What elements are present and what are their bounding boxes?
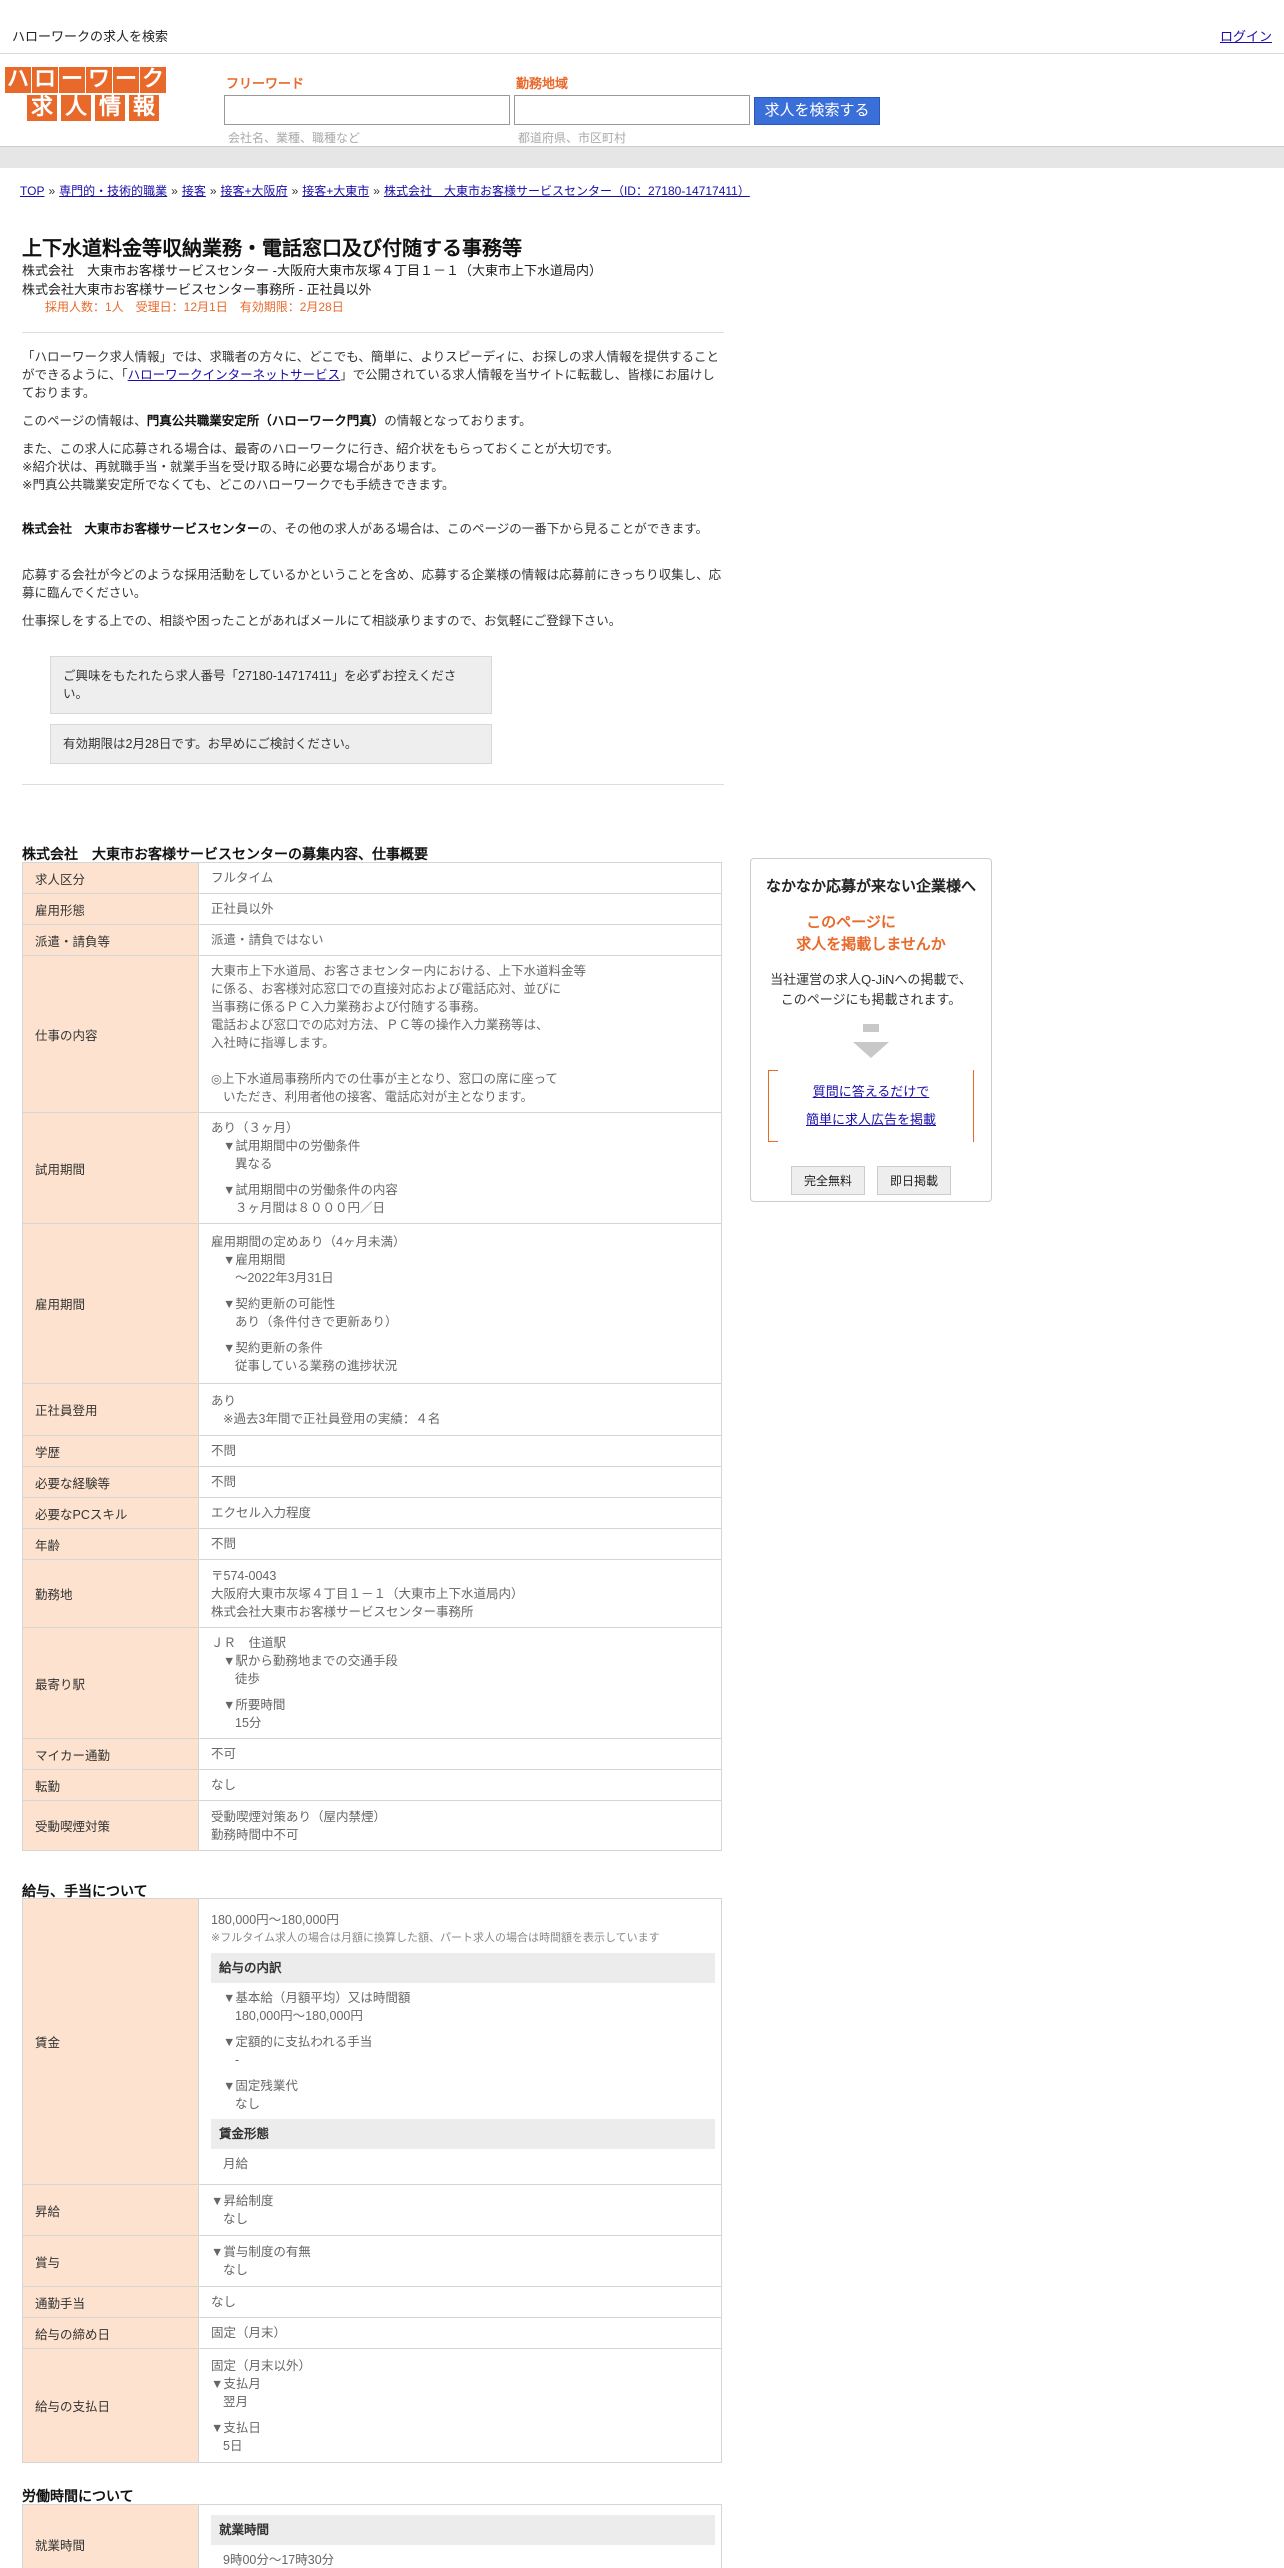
- breadcrumb-city[interactable]: 接客+大東市: [302, 184, 369, 198]
- top-bar: ハローワークの求人を検索 ログイン: [0, 0, 1284, 54]
- area-input[interactable]: [514, 95, 750, 125]
- hours-section-title: 労働時間について: [22, 2488, 134, 2504]
- intro-paragraph-5: 応募する会社が今どのような採用活動をしているかということを含め、応募する企業様の…: [22, 568, 722, 600]
- ad-link-questions[interactable]: 質問に答えるだけで: [769, 1078, 973, 1106]
- office-line: 株式会社大東市お客様サービスセンター事務所 - 正社員以外: [22, 282, 372, 297]
- job-number-notice: ご興味をもたれたら求人番号「27180-14717411」を必ずお控えください。: [50, 656, 492, 714]
- logo-char: 求: [27, 95, 57, 121]
- divider: [22, 332, 724, 333]
- logo-char: ハ: [5, 67, 31, 93]
- hours-table: 就業時間 就業時間 9時00分〜17時30分: [22, 2504, 722, 2568]
- intro-paragraph-6: 仕事探しをする上での、相談や困ったことがあればメールにて相談承りますので、お気軽…: [22, 614, 622, 628]
- site-logo[interactable]: ハ ロ ー ワ ー ク 求 人 情 報: [5, 67, 181, 123]
- hellowork-internet-link[interactable]: ハローワークインターネットサービス: [128, 368, 341, 382]
- logo-char: 人: [61, 95, 91, 121]
- area-label: 勤務地域: [516, 76, 569, 91]
- header: ハ ロ ー ワ ー ク 求 人 情 報 フリーワード 会社名、業種、職種など 勤…: [0, 55, 1284, 145]
- ad-badges: 完全無料 即日掲載: [751, 1166, 991, 1195]
- table-row: 雇用期間 雇用期間の定めあり（4ヶ月未満） ▼雇用期間 〜2022年3月31日 …: [22, 1223, 722, 1384]
- table-row: 受動喫煙対策 受動喫煙対策あり（屋内禁煙） 勤務時間中不可: [22, 1800, 722, 1851]
- table-row: 賃金 180,000円〜180,000円 ※フルタイム求人の場合は月額に換算した…: [22, 1898, 722, 2185]
- table-row: 通勤手当 なし: [22, 2286, 722, 2318]
- logo-char: ワ: [86, 67, 112, 93]
- table-row: 求人区分 フルタイム: [22, 862, 722, 894]
- table-row: 正社員登用 あり ※過去3年間で正社員登用の実績：４名: [22, 1383, 722, 1436]
- table-row: 給与の支払日 固定（月末以外） ▼支払月 翌月 ▼支払日 5日: [22, 2348, 722, 2463]
- overview-section-title: 株式会社 大東市お客様サービスセンターの募集内容、仕事概要: [22, 846, 428, 862]
- login-link[interactable]: ログイン: [1220, 26, 1272, 45]
- pay-type-header: 賃金形態: [211, 2118, 715, 2149]
- intro-paragraph-3: また、この求人に応募される場合は、最寄のハローワークに行き、紹介状をもらっておく…: [22, 442, 619, 492]
- table-row: 必要なPCスキル エクセル入力程度: [22, 1497, 722, 1529]
- table-row: 勤務地 〒574-0043 大阪府大東市灰塚４丁目１－１（大東市上下水道局内） …: [22, 1559, 722, 1628]
- intro-paragraph-1: 「ハローワーク求人情報」では、求職者の方々に、どこでも、簡単に、よりスピーディに…: [22, 350, 720, 400]
- breadcrumb-company[interactable]: 株式会社 大東市お客様サービスセンター（ID：27180-14717411）: [384, 184, 750, 198]
- table-row: 賞与 ▼賞与制度の有無 なし: [22, 2235, 722, 2287]
- ad-title: なかなか応募が来ない企業様へ: [765, 878, 976, 895]
- table-row: 雇用形態 正社員以外: [22, 893, 722, 925]
- job-meta: 採用人数：1人 受理日：12月1日 有効期限：2月28日: [45, 300, 344, 314]
- employer-ad-box: なかなか応募が来ない企業様へ このページに 求人を掲載しませんか 当社運営の求人…: [750, 858, 992, 1202]
- site-tagline: ハローワークの求人を検索: [12, 29, 169, 44]
- freeword-input[interactable]: [224, 95, 510, 125]
- page-title: 上下水道料金等収納業務・電話窓口及び付随する事務等: [22, 238, 522, 260]
- area-hint: 都道府県、市区町村: [518, 131, 627, 145]
- logo-char: ロ: [32, 67, 58, 93]
- table-row: マイカー通勤 不可: [22, 1738, 722, 1770]
- table-row: 派遣・請負等 派遣・請負ではない: [22, 924, 722, 956]
- logo-char: ー: [59, 67, 85, 93]
- free-badge: 完全無料: [790, 1166, 865, 1195]
- table-row: 給与の締め日 固定（月末）: [22, 2317, 722, 2349]
- table-row: 仕事の内容 大東市上下水道局、お客さまセンター内における、上下水道料金等 に係る…: [22, 955, 722, 1113]
- breadcrumb-top[interactable]: TOP: [20, 184, 44, 198]
- table-row: 就業時間 就業時間 9時00分〜17時30分: [22, 2504, 722, 2568]
- logo-char: ク: [140, 67, 166, 93]
- table-row: 最寄り駅 ＪＲ 住道駅 ▼駅から勤務地までの交通手段 徒歩 ▼所要時間 15分: [22, 1627, 722, 1739]
- ad-catchphrase: このページに 求人を掲載しませんか: [796, 914, 946, 953]
- freeword-label: フリーワード: [226, 76, 305, 91]
- table-row: 昇給 ▼昇給制度 なし: [22, 2184, 722, 2236]
- freeword-hint: 会社名、業種、職種など: [228, 131, 361, 145]
- table-row: 学歴 不問: [22, 1435, 722, 1467]
- company-address: 株式会社 大東市お客様サービスセンター -大阪府大東市灰塚４丁目１－１（大東市上…: [22, 263, 602, 278]
- breadcrumb-prefecture[interactable]: 接客+大阪府: [221, 184, 288, 198]
- intro-paragraph-4: 株式会社 大東市お客様サービスセンターの、その他の求人がある場合は、このページの…: [22, 522, 709, 536]
- arrow-down-icon: [853, 1042, 889, 1058]
- table-row: 転勤 なし: [22, 1769, 722, 1801]
- same-day-badge: 即日掲載: [877, 1166, 952, 1195]
- table-row: 必要な経験等 不問: [22, 1466, 722, 1498]
- breadcrumb-category[interactable]: 専門的・技術的職業: [59, 184, 167, 198]
- logo-char: ー: [113, 67, 139, 93]
- search-button[interactable]: 求人を検索する: [754, 97, 880, 125]
- breadcrumb-occupation[interactable]: 接客: [182, 184, 206, 198]
- deadline-notice: 有効期限は2月28日です。お早めにご検討ください。: [50, 724, 492, 764]
- breadcrumb: TOP» 専門的・技術的職業» 接客» 接客+大阪府» 接客+大東市» 株式会社 大東市お…: [20, 184, 750, 198]
- arrow-down-icon: [863, 1024, 879, 1032]
- pay-breakdown-header: 給与の内訳: [211, 1952, 715, 1983]
- table-row: 試用期間 あり（３ヶ月） ▼試用期間中の労働条件 異なる ▼試用期間中の労働条件…: [22, 1112, 722, 1224]
- pay-table: 賃金 180,000円〜180,000円 ※フルタイム求人の場合は月額に換算した…: [22, 1898, 722, 2463]
- table-row: 年齢 不問: [22, 1528, 722, 1560]
- divider: [22, 784, 724, 785]
- ad-links: 質問に答えるだけで 簡単に求人広告を掲載: [768, 1070, 974, 1142]
- logo-char: 情: [95, 95, 125, 121]
- work-hours-header: 就業時間: [211, 2515, 715, 2545]
- ad-link-post-ad[interactable]: 簡単に求人広告を掲載: [769, 1106, 973, 1134]
- overview-table: 求人区分 フルタイム 雇用形態 正社員以外 派遣・請負等 派遣・請負ではない 仕…: [22, 862, 722, 1851]
- ad-description: 当社運営の求人Q-JiNへの掲載で、 このページにも掲載されます。: [770, 972, 972, 1007]
- intro-paragraph-2: このページの情報は、門真公共職業安定所（ハローワーク門真）の情報となっております…: [22, 414, 532, 428]
- logo-char: 報: [129, 95, 159, 121]
- header-divider: [0, 146, 1284, 168]
